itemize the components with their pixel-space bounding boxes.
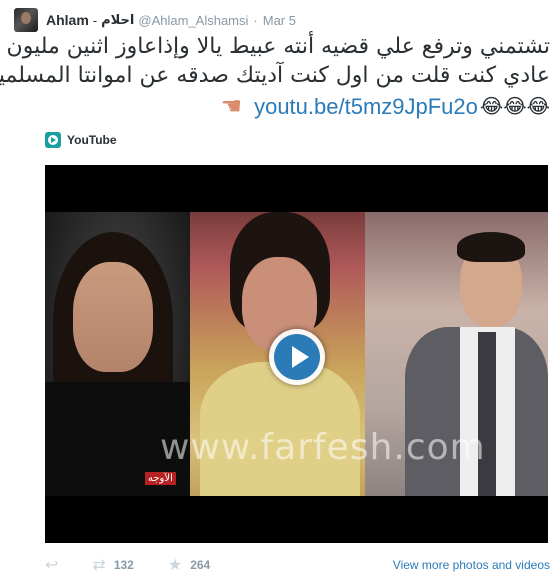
favorite-count: 264 (190, 558, 211, 572)
video-frame-left: الآوجه (45, 212, 190, 496)
card-source[interactable]: YouTube (45, 130, 117, 150)
tweet-text-line-1: تشتمني وترفع علي قضيه أنته عبيط يالا وإذ… (6, 34, 550, 59)
star-icon: ★ (167, 557, 183, 574)
tweet-text: تشتمني وترفع علي قضيه أنته عبيط يالا وإذ… (0, 32, 550, 122)
tweet-actions: ↩ ⇄ 132 ★ 264 View more photos and video… (45, 555, 550, 575)
play-button[interactable] (269, 329, 325, 385)
favorite-button[interactable]: ★ 264 (168, 555, 210, 575)
tweet-header: Ahlam - احلام @Ahlam_Alshamsi · Mar 5 (14, 8, 296, 32)
video-player[interactable]: الآوجه www.farfesh.com (45, 165, 548, 543)
retweet-icon: ⇄ (92, 557, 106, 574)
video-frame-right (365, 212, 548, 496)
tweet-date[interactable]: Mar 5 (263, 13, 296, 28)
channel-logo: الآوجه (145, 472, 176, 485)
dot-separator: · (253, 12, 258, 28)
author-handle[interactable]: @Ahlam_Alshamsi (138, 13, 248, 28)
tweet-link-line: ☚ youtu.be/t5mz9JpFu2o 😂😂😂 (30, 90, 550, 122)
author-name-arabic[interactable]: احلام (101, 12, 134, 28)
avatar[interactable] (14, 8, 38, 32)
reply-icon: ↩ (45, 557, 59, 574)
retweet-button[interactable]: ⇄ 132 (92, 555, 133, 575)
retweet-count: 132 (113, 558, 134, 572)
name-separator: - (92, 12, 98, 28)
card-source-label: YouTube (67, 133, 117, 147)
reply-button[interactable]: ↩ (45, 555, 58, 575)
view-more-link[interactable]: View more photos and videos (393, 558, 550, 572)
youtube-icon (45, 132, 61, 148)
laughing-emoji-icon: 😂😂😂 (479, 93, 550, 118)
tweet-text-line-2: عادي كنت قلت من اول كنت آديتك صدقه عن ام… (0, 63, 550, 88)
tweet-link[interactable]: youtu.be/t5mz9JpFu2o (254, 92, 478, 121)
pointing-hand-icon: ☚ (220, 91, 243, 120)
author-name[interactable]: Ahlam (46, 12, 89, 28)
